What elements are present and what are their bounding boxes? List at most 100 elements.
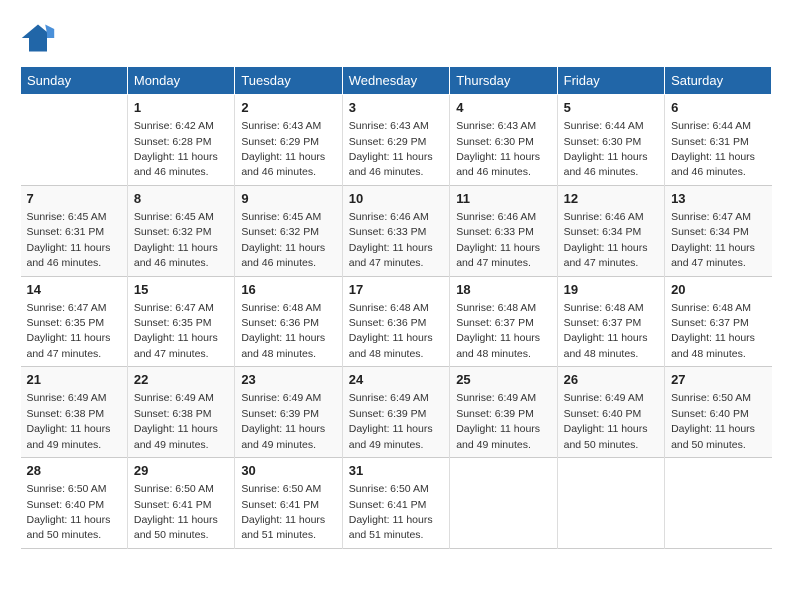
day-number: 30 <box>241 462 335 480</box>
day-info: Sunrise: 6:49 AM Sunset: 6:39 PM Dayligh… <box>456 392 540 450</box>
calendar-week-4: 21Sunrise: 6:49 AM Sunset: 6:38 PM Dayli… <box>21 367 772 458</box>
day-info: Sunrise: 6:49 AM Sunset: 6:38 PM Dayligh… <box>134 392 218 450</box>
calendar-cell: 16 Sunrise: 6:48 AM Sunset: 6:36 PM Dayli… <box>235 276 342 367</box>
day-info: Sunrise: 6:49 AM Sunset: 6:39 PM Dayligh… <box>349 392 433 450</box>
day-info: Sunrise: 6:45 AM Sunset: 6:32 PM Dayligh… <box>241 211 325 269</box>
day-info: Sunrise: 6:43 AM Sunset: 6:29 PM Dayligh… <box>349 120 433 178</box>
day-info: Sunrise: 6:46 AM Sunset: 6:34 PM Dayligh… <box>564 211 648 269</box>
day-info: Sunrise: 6:47 AM Sunset: 6:34 PM Dayligh… <box>671 211 755 269</box>
day-info: Sunrise: 6:44 AM Sunset: 6:30 PM Dayligh… <box>564 120 648 178</box>
calendar-cell <box>21 95 128 186</box>
calendar-cell: 31 Sunrise: 6:50 AM Sunset: 6:41 PM Dayli… <box>342 458 449 549</box>
calendar-cell: 30 Sunrise: 6:50 AM Sunset: 6:41 PM Dayli… <box>235 458 342 549</box>
calendar-cell: 18 Sunrise: 6:48 AM Sunset: 6:37 PM Dayli… <box>450 276 557 367</box>
day-number: 1 <box>134 99 228 117</box>
calendar-cell: 17 Sunrise: 6:48 AM Sunset: 6:36 PM Dayli… <box>342 276 449 367</box>
day-info: Sunrise: 6:48 AM Sunset: 6:36 PM Dayligh… <box>349 302 433 360</box>
day-number: 24 <box>349 371 443 389</box>
day-info: Sunrise: 6:49 AM Sunset: 6:38 PM Dayligh… <box>27 392 111 450</box>
calendar-cell: 19Sunrise: 6:48 AM Sunset: 6:37 PM Dayli… <box>557 276 664 367</box>
day-number: 2 <box>241 99 335 117</box>
calendar-cell: 25 Sunrise: 6:49 AM Sunset: 6:39 PM Dayli… <box>450 367 557 458</box>
col-header-monday: Monday <box>127 67 234 95</box>
header <box>20 20 772 56</box>
calendar-cell <box>665 458 772 549</box>
day-info: Sunrise: 6:50 AM Sunset: 6:41 PM Dayligh… <box>241 483 325 541</box>
calendar-cell: 4 Sunrise: 6:43 AM Sunset: 6:30 PM Daylig… <box>450 95 557 186</box>
calendar-cell: 22 Sunrise: 6:49 AM Sunset: 6:38 PM Dayli… <box>127 367 234 458</box>
day-number: 22 <box>134 371 228 389</box>
day-info: Sunrise: 6:47 AM Sunset: 6:35 PM Dayligh… <box>134 302 218 360</box>
day-number: 5 <box>564 99 658 117</box>
calendar-week-1: 1Sunrise: 6:42 AM Sunset: 6:28 PM Daylig… <box>21 95 772 186</box>
logo <box>20 20 60 56</box>
day-number: 12 <box>564 190 658 208</box>
day-info: Sunrise: 6:44 AM Sunset: 6:31 PM Dayligh… <box>671 120 755 178</box>
day-number: 25 <box>456 371 550 389</box>
day-number: 17 <box>349 281 443 299</box>
calendar-cell <box>557 458 664 549</box>
day-info: Sunrise: 6:48 AM Sunset: 6:36 PM Dayligh… <box>241 302 325 360</box>
col-header-tuesday: Tuesday <box>235 67 342 95</box>
day-info: Sunrise: 6:48 AM Sunset: 6:37 PM Dayligh… <box>564 302 648 360</box>
day-number: 28 <box>27 462 121 480</box>
day-number: 7 <box>27 190 121 208</box>
day-info: Sunrise: 6:47 AM Sunset: 6:35 PM Dayligh… <box>27 302 111 360</box>
calendar-cell: 6 Sunrise: 6:44 AM Sunset: 6:31 PM Daylig… <box>665 95 772 186</box>
calendar-cell: 26Sunrise: 6:49 AM Sunset: 6:40 PM Dayli… <box>557 367 664 458</box>
calendar-cell: 23 Sunrise: 6:49 AM Sunset: 6:39 PM Dayli… <box>235 367 342 458</box>
day-number: 23 <box>241 371 335 389</box>
calendar-cell: 28 Sunrise: 6:50 AM Sunset: 6:40 PM Dayli… <box>21 458 128 549</box>
day-info: Sunrise: 6:50 AM Sunset: 6:41 PM Dayligh… <box>349 483 433 541</box>
day-number: 9 <box>241 190 335 208</box>
day-number: 10 <box>349 190 443 208</box>
calendar-cell: 14 Sunrise: 6:47 AM Sunset: 6:35 PM Dayli… <box>21 276 128 367</box>
day-number: 27 <box>671 371 765 389</box>
calendar-cell: 11 Sunrise: 6:46 AM Sunset: 6:33 PM Dayli… <box>450 185 557 276</box>
day-info: Sunrise: 6:49 AM Sunset: 6:40 PM Dayligh… <box>564 392 648 450</box>
day-number: 31 <box>349 462 443 480</box>
day-number: 11 <box>456 190 550 208</box>
day-info: Sunrise: 6:50 AM Sunset: 6:40 PM Dayligh… <box>671 392 755 450</box>
day-number: 16 <box>241 281 335 299</box>
calendar-cell: 13 Sunrise: 6:47 AM Sunset: 6:34 PM Dayli… <box>665 185 772 276</box>
col-header-sunday: Sunday <box>21 67 128 95</box>
calendar-cell: 9 Sunrise: 6:45 AM Sunset: 6:32 PM Daylig… <box>235 185 342 276</box>
calendar-cell: 5 Sunrise: 6:44 AM Sunset: 6:30 PM Daylig… <box>557 95 664 186</box>
col-header-friday: Friday <box>557 67 664 95</box>
calendar-cell: 3Sunrise: 6:43 AM Sunset: 6:29 PM Daylig… <box>342 95 449 186</box>
day-info: Sunrise: 6:43 AM Sunset: 6:30 PM Dayligh… <box>456 120 540 178</box>
calendar-cell: 8 Sunrise: 6:45 AM Sunset: 6:32 PM Daylig… <box>127 185 234 276</box>
day-info: Sunrise: 6:50 AM Sunset: 6:40 PM Dayligh… <box>27 483 111 541</box>
day-number: 6 <box>671 99 765 117</box>
day-info: Sunrise: 6:49 AM Sunset: 6:39 PM Dayligh… <box>241 392 325 450</box>
day-number: 8 <box>134 190 228 208</box>
calendar-cell: 1Sunrise: 6:42 AM Sunset: 6:28 PM Daylig… <box>127 95 234 186</box>
calendar-cell: 15 Sunrise: 6:47 AM Sunset: 6:35 PM Dayli… <box>127 276 234 367</box>
calendar-header-row: SundayMondayTuesdayWednesdayThursdayFrid… <box>21 67 772 95</box>
day-number: 14 <box>27 281 121 299</box>
day-number: 18 <box>456 281 550 299</box>
day-info: Sunrise: 6:46 AM Sunset: 6:33 PM Dayligh… <box>349 211 433 269</box>
day-info: Sunrise: 6:46 AM Sunset: 6:33 PM Dayligh… <box>456 211 540 269</box>
day-number: 29 <box>134 462 228 480</box>
day-info: Sunrise: 6:45 AM Sunset: 6:31 PM Dayligh… <box>27 211 111 269</box>
calendar-cell: 2Sunrise: 6:43 AM Sunset: 6:29 PM Daylig… <box>235 95 342 186</box>
day-info: Sunrise: 6:48 AM Sunset: 6:37 PM Dayligh… <box>456 302 540 360</box>
calendar-cell: 21Sunrise: 6:49 AM Sunset: 6:38 PM Dayli… <box>21 367 128 458</box>
calendar-cell: 24 Sunrise: 6:49 AM Sunset: 6:39 PM Dayli… <box>342 367 449 458</box>
calendar-cell: 12 Sunrise: 6:46 AM Sunset: 6:34 PM Dayli… <box>557 185 664 276</box>
calendar-week-2: 7 Sunrise: 6:45 AM Sunset: 6:31 PM Daylig… <box>21 185 772 276</box>
day-info: Sunrise: 6:48 AM Sunset: 6:37 PM Dayligh… <box>671 302 755 360</box>
calendar-cell: 20Sunrise: 6:48 AM Sunset: 6:37 PM Dayli… <box>665 276 772 367</box>
calendar-cell: 7 Sunrise: 6:45 AM Sunset: 6:31 PM Daylig… <box>21 185 128 276</box>
day-info: Sunrise: 6:45 AM Sunset: 6:32 PM Dayligh… <box>134 211 218 269</box>
day-info: Sunrise: 6:50 AM Sunset: 6:41 PM Dayligh… <box>134 483 218 541</box>
day-number: 13 <box>671 190 765 208</box>
calendar-cell: 29 Sunrise: 6:50 AM Sunset: 6:41 PM Dayli… <box>127 458 234 549</box>
col-header-thursday: Thursday <box>450 67 557 95</box>
col-header-wednesday: Wednesday <box>342 67 449 95</box>
day-number: 15 <box>134 281 228 299</box>
calendar-cell <box>450 458 557 549</box>
day-number: 4 <box>456 99 550 117</box>
